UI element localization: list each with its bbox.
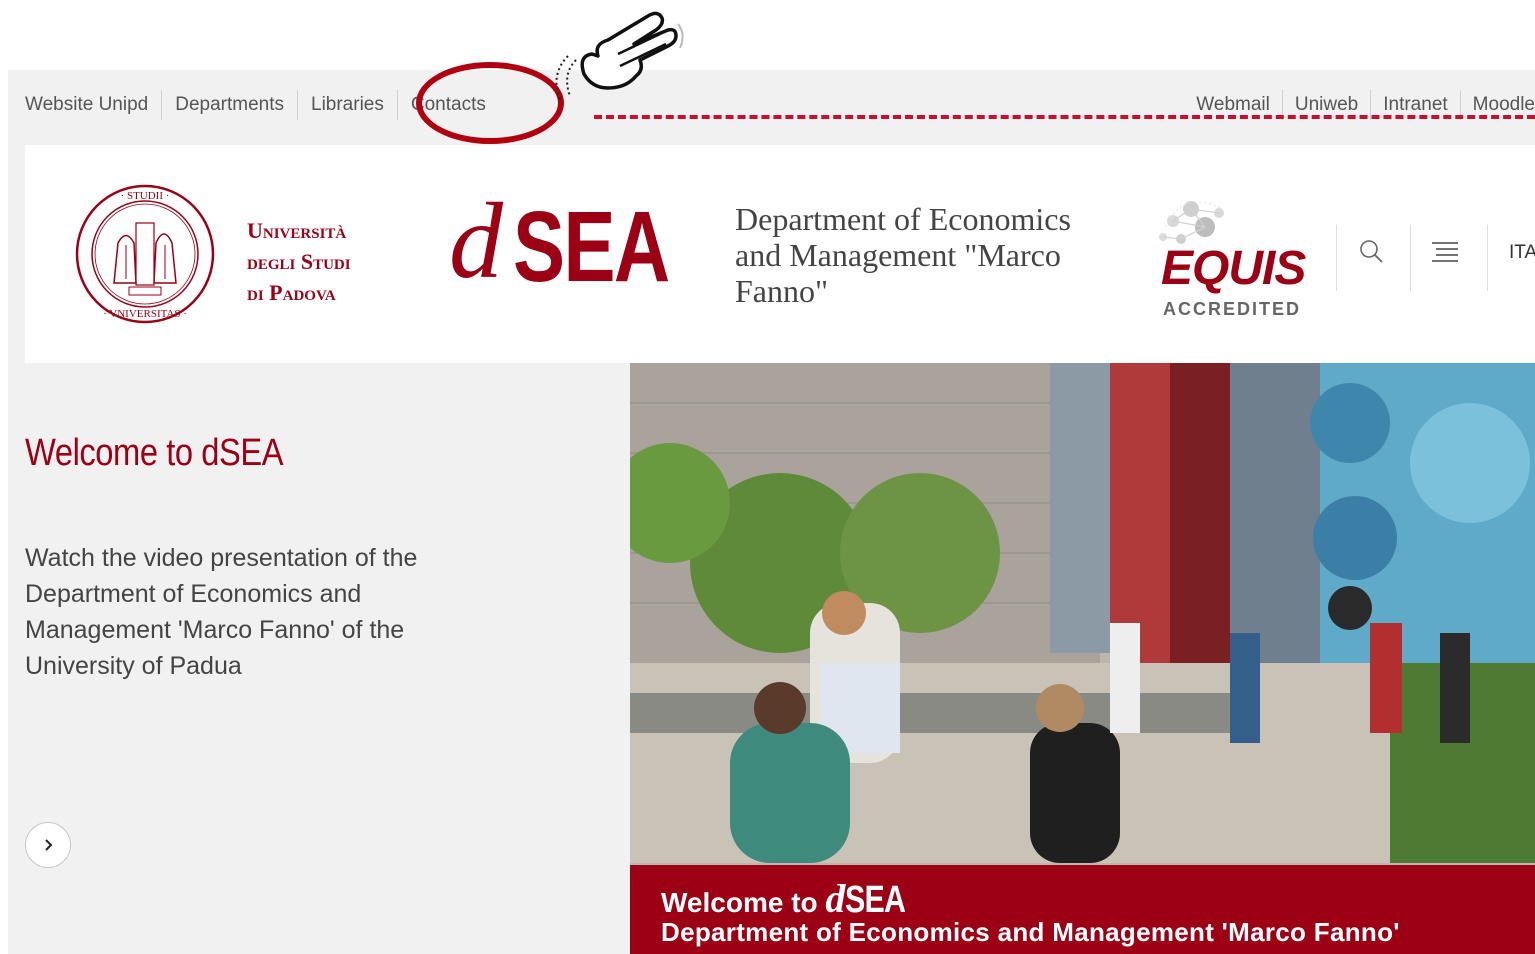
hero-image[interactable]: Welcome to dSEA Department of Economics … [630,363,1535,954]
next-slide-button[interactable] [25,822,71,868]
dashed-highlight-line [594,115,1535,119]
top-navigation-bar: Website Unipd Departments Libraries Cont… [8,70,1535,136]
welcome-title: Welcome to dSEA [25,432,284,474]
header-divider [1487,225,1488,291]
caption-welcome-to: Welcome to [661,887,818,918]
toplink-website-unipd[interactable]: Website Unipd [17,90,163,120]
university-line2: degli Studi [247,249,351,274]
site-header: · STUDII · · VNIVERSITAS · Università de… [25,145,1535,363]
hero-caption-title: Welcome to dSEA [661,875,921,922]
dsea-logo[interactable]: d SEA [443,182,683,308]
page: Website Unipd Departments Libraries Cont… [8,70,1535,954]
hero-caption-subtitle: Department of Economics and Management '… [661,917,1400,947]
university-name[interactable]: Università degli Studi di Padova [247,215,351,308]
svg-text:· STUDII ·: · STUDII · [121,190,170,202]
pointing-hand-icon [555,11,684,101]
toplink-departments[interactable]: Departments [162,90,298,120]
equis-badge[interactable]: EQUIS ACCREDITED [1123,189,1323,324]
language-switch[interactable]: ITA [1509,242,1535,264]
search-icon[interactable] [1355,235,1389,269]
dsea-logo-d: d [449,182,503,301]
svg-text:· VNIVERSITAS ·: · VNIVERSITAS · [103,308,187,320]
menu-icon[interactable] [1428,237,1462,267]
header-divider [1336,225,1337,291]
caption-sea: SEA [845,879,906,921]
hero-caption: Welcome to dSEA Department of Economics … [630,865,1535,954]
department-name[interactable]: Department of Economics and Management "… [735,201,1125,309]
caption-d: d [825,876,846,921]
university-line3: di Padova [247,280,336,305]
highlight-circle [416,62,564,144]
chevron-right-icon [45,839,53,851]
welcome-description: Watch the video presentation of the Depa… [25,544,418,680]
header-divider [1410,225,1411,291]
university-line1: Università [247,218,347,243]
dsea-logo-sea: SEA [513,191,670,303]
toplink-libraries[interactable]: Libraries [298,90,398,120]
university-seal-icon[interactable]: · STUDII · · VNIVERSITAS · [74,183,216,325]
equis-accredited: ACCREDITED [1163,299,1302,319]
equis-name: EQUIS [1161,242,1306,295]
